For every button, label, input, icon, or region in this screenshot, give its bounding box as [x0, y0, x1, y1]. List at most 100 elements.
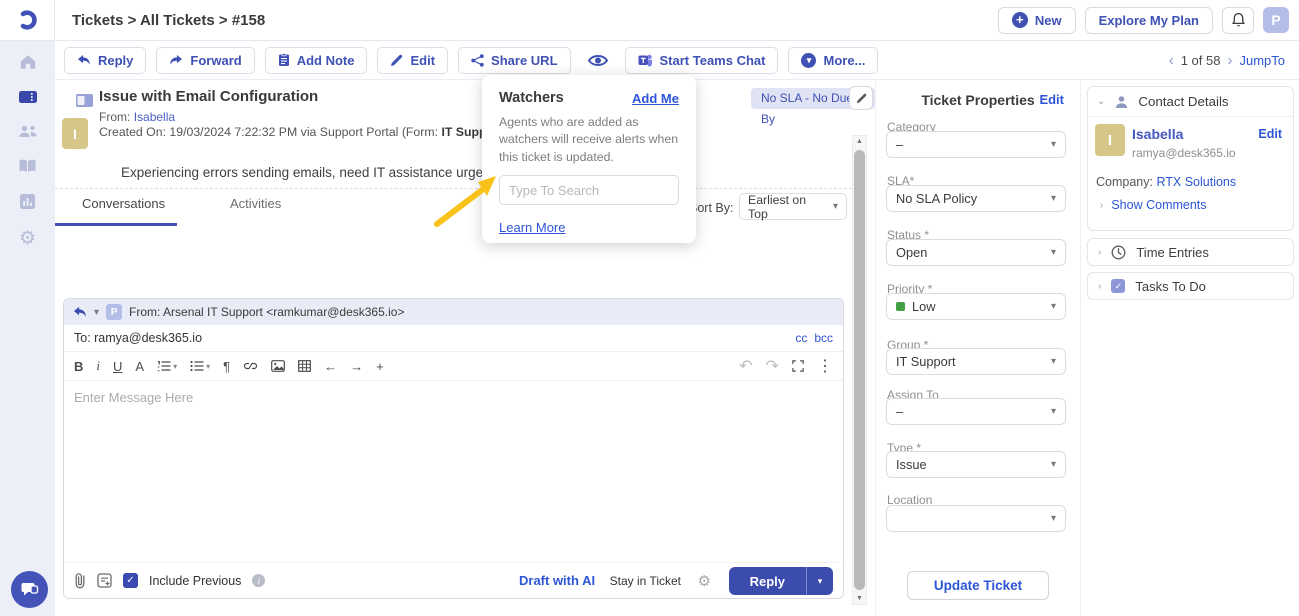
new-button[interactable]: + New — [998, 7, 1076, 34]
notifications-button[interactable] — [1222, 7, 1254, 34]
send-reply-button[interactable]: Reply — [729, 567, 806, 595]
scroll-down-icon[interactable]: ▼ — [853, 595, 866, 602]
contacts-icon — [18, 124, 38, 139]
bold-button[interactable]: B — [74, 359, 83, 374]
edit-button[interactable]: Edit — [377, 47, 448, 74]
include-previous-checkbox[interactable]: ✓ — [123, 573, 138, 588]
insert-table-button[interactable] — [298, 360, 311, 372]
redo-button[interactable]: ↷ — [766, 356, 779, 376]
sla-select[interactable]: No SLA Policy▾ — [886, 185, 1066, 212]
bcc-link[interactable]: bcc — [814, 331, 833, 345]
jump-to-link[interactable]: JumpTo — [1239, 53, 1285, 68]
undo-button[interactable]: ↶ — [739, 356, 752, 376]
active-tab-underline — [55, 223, 177, 226]
explore-my-plan-button[interactable]: Explore My Plan — [1085, 7, 1213, 34]
sidebar-item-settings[interactable]: ⚙ — [19, 229, 36, 249]
fullscreen-icon[interactable] — [792, 360, 804, 372]
chevron-right-icon: › — [1098, 281, 1101, 292]
tab-conversations[interactable]: Conversations — [82, 196, 165, 211]
show-comments-toggle[interactable]: › Show Comments — [1100, 198, 1207, 212]
contact-edit-link[interactable]: Edit — [1258, 127, 1282, 141]
chevron-right-icon: › — [1100, 200, 1103, 211]
font-options-button[interactable]: A — [135, 359, 144, 374]
draft-with-ai-button[interactable]: Draft with AI — [519, 573, 595, 588]
ordered-list-button[interactable]: ▾ — [157, 360, 177, 372]
plus-icon: + — [1012, 12, 1028, 28]
more-button[interactable]: ▾ More... — [788, 47, 878, 74]
assign-to-select[interactable]: –▾ — [886, 398, 1066, 425]
location-select[interactable]: ▾ — [886, 505, 1066, 532]
sort-by-dropdown[interactable]: Earliest on Top ▾ — [739, 193, 847, 220]
bar-chart-icon — [19, 193, 36, 210]
company-link[interactable]: RTX Solutions — [1156, 175, 1236, 189]
reply-arrow-icon[interactable] — [73, 306, 87, 318]
sidebar-item-contacts[interactable] — [18, 124, 38, 139]
edit-due-date-button[interactable] — [849, 86, 873, 110]
contact-details-panel: ⌄ Contact Details I Isabella Edit ramya@… — [1080, 80, 1299, 616]
insert-link-button[interactable] — [243, 360, 258, 372]
attachment-icon[interactable] — [74, 572, 86, 589]
more-options-icon[interactable]: ⋮ — [817, 356, 833, 376]
gear-icon: ⚙ — [19, 228, 36, 249]
italic-button[interactable]: i — [96, 358, 100, 374]
properties-edit-link[interactable]: Edit — [1039, 92, 1064, 107]
contact-details-header[interactable]: ⌄ Contact Details — [1088, 87, 1293, 117]
priority-select[interactable]: Low▾ — [886, 293, 1066, 320]
message-editor[interactable]: Enter Message Here — [64, 381, 843, 562]
sidebar-item-home[interactable] — [19, 53, 37, 70]
paragraph-format-button[interactable]: ¶ — [223, 359, 230, 374]
bell-icon — [1231, 12, 1246, 28]
share-url-button[interactable]: Share URL — [458, 47, 570, 74]
sidebar-item-tickets[interactable] — [18, 89, 38, 105]
chevron-down-icon: ▾ — [1051, 513, 1056, 524]
sidebar-item-reports[interactable] — [19, 193, 36, 210]
cc-link[interactable]: cc — [795, 331, 807, 345]
chevron-right-icon[interactable]: › — [1227, 52, 1232, 69]
app-logo[interactable] — [0, 0, 55, 41]
scroll-up-icon[interactable]: ▲ — [853, 138, 866, 145]
reply-button[interactable]: Reply — [64, 47, 146, 74]
category-select[interactable]: –▾ — [886, 131, 1066, 158]
group-select[interactable]: IT Support▾ — [886, 348, 1066, 375]
reply-arrow-icon — [77, 54, 91, 66]
type-select[interactable]: Issue▾ — [886, 451, 1066, 478]
tab-activities[interactable]: Activities — [230, 196, 281, 211]
user-avatar[interactable]: P — [1263, 7, 1289, 33]
canned-response-icon[interactable] — [97, 573, 112, 588]
sidebar-item-knowledge-base[interactable] — [18, 158, 37, 174]
forward-button[interactable]: Forward — [156, 47, 254, 74]
requester-link[interactable]: Isabella — [134, 110, 175, 124]
update-ticket-button[interactable]: Update Ticket — [907, 571, 1049, 600]
send-settings-gear-icon[interactable]: ⚙ — [698, 572, 711, 590]
status-select[interactable]: Open▾ — [886, 239, 1066, 266]
contact-name-link[interactable]: Isabella — [1132, 126, 1183, 142]
start-teams-chat-button[interactable]: Start Teams Chat — [625, 47, 779, 74]
tasks-to-do-section[interactable]: › ✓ Tasks To Do — [1087, 272, 1294, 300]
composer-from: From: Arsenal IT Support <ramkumar@desk3… — [129, 305, 404, 319]
watchers-button[interactable] — [581, 47, 615, 74]
chevron-left-icon[interactable]: ‹ — [1169, 52, 1174, 69]
composer-to-row[interactable]: To: ramya@desk365.io cc bcc — [64, 325, 843, 352]
outdent-button[interactable]: ← — [324, 359, 337, 374]
conversation-scrollbar[interactable]: ▲ ▼ — [852, 135, 867, 605]
to-value[interactable]: To: ramya@desk365.io — [74, 331, 202, 345]
editor-toolbar: B i U A ▾ ▾ ¶ — [64, 352, 843, 381]
insert-image-button[interactable] — [271, 360, 285, 372]
reply-type-caret-icon[interactable]: ▾ — [94, 307, 99, 318]
contact-company-line: Company: RTX Solutions — [1096, 175, 1236, 189]
support-chat-widget[interactable] — [11, 571, 48, 608]
add-me-link[interactable]: Add Me — [632, 91, 679, 106]
watchers-search-input[interactable] — [499, 175, 679, 205]
add-note-button[interactable]: Add Note — [265, 47, 368, 74]
indent-button[interactable]: → — [350, 359, 363, 374]
underline-button[interactable]: U — [113, 359, 122, 374]
reply-options-caret[interactable]: ▾ — [806, 567, 833, 595]
include-previous-label: Include Previous — [149, 574, 241, 588]
chevron-down-icon: ▾ — [1051, 301, 1056, 312]
agent-avatar: P — [106, 304, 122, 320]
bullet-list-button[interactable]: ▾ — [190, 360, 210, 372]
insert-more-button[interactable]: + — [376, 359, 384, 374]
scrollbar-thumb[interactable] — [854, 150, 865, 590]
time-entries-section[interactable]: › Time Entries — [1087, 238, 1294, 266]
learn-more-link[interactable]: Learn More — [499, 220, 565, 235]
